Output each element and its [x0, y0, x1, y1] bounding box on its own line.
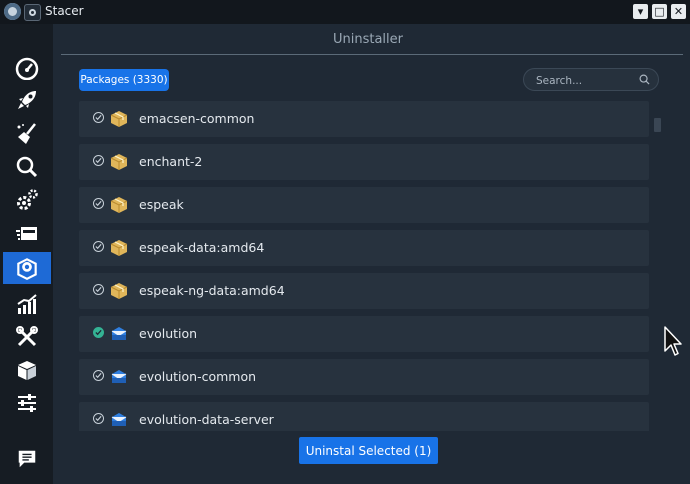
- list-item[interactable]: evolution-data-server: [79, 402, 649, 431]
- check-icon[interactable]: [93, 198, 104, 209]
- search-icon: [639, 74, 650, 85]
- search-input[interactable]: [534, 72, 634, 89]
- list-item[interactable]: espeak: [79, 187, 649, 223]
- package-name: espeak: [139, 197, 184, 212]
- packages-count-badge[interactable]: Packages (3330): [79, 69, 169, 91]
- list-item[interactable]: enchant-2: [79, 144, 649, 180]
- page-title: Uninstaller: [332, 32, 403, 47]
- sidebar-item-helpers[interactable]: [3, 321, 51, 353]
- uninstaller-icon: [17, 258, 37, 281]
- app-logo-icon: [4, 3, 21, 20]
- tools-icon: [16, 326, 38, 347]
- sidebar-item-search[interactable]: [3, 151, 51, 183]
- check-icon[interactable]: [93, 413, 104, 424]
- package-box-icon: [110, 197, 128, 213]
- package-name: espeak-ng-data:amd64: [139, 283, 285, 298]
- mail-envelope-icon: [111, 370, 127, 383]
- list-item[interactable]: emacsen-common: [79, 101, 649, 137]
- uninstall-selected-button[interactable]: Uninstal Selected (1): [299, 437, 438, 464]
- sidebar-item-feedback[interactable]: [3, 443, 51, 475]
- list-item[interactable]: evolution-common: [79, 359, 649, 395]
- window-menu-icon[interactable]: [24, 4, 41, 21]
- feedback-icon: [18, 450, 36, 468]
- package-name: espeak-data:amd64: [139, 240, 265, 255]
- window-title: Stacer: [45, 4, 84, 18]
- mouse-cursor-icon: [664, 326, 682, 356]
- check-icon[interactable]: [93, 241, 104, 252]
- sidebar-item-apt-repository[interactable]: [3, 354, 51, 386]
- sidebar-item-settings[interactable]: [3, 387, 51, 419]
- settings-sliders-icon: [18, 394, 36, 412]
- package-box-icon: [110, 154, 128, 170]
- gears-icon: [17, 189, 38, 210]
- sidebar-item-resources[interactable]: [3, 288, 51, 320]
- list-scrollbar[interactable]: [654, 118, 661, 132]
- uninstaller-page: Uninstaller Packages (3330) emacsen-comm…: [53, 24, 690, 484]
- broom-icon: [17, 123, 36, 144]
- check-icon[interactable]: [93, 112, 104, 123]
- package-box-icon: [110, 240, 128, 256]
- package-box-icon: [110, 111, 128, 127]
- maximize-button[interactable]: □: [652, 4, 667, 19]
- mail-envelope-icon: [111, 327, 127, 340]
- sidebar-item-dashboard[interactable]: [3, 52, 51, 84]
- sidebar-item-startup[interactable]: [3, 84, 51, 116]
- apt-repository-icon: [18, 361, 36, 380]
- package-name: evolution: [139, 326, 198, 341]
- package-name: enchant-2: [139, 154, 203, 169]
- minimize-button[interactable]: ▾: [633, 4, 648, 19]
- resources-chart-icon: [17, 294, 37, 314]
- list-item[interactable]: evolution: [79, 316, 649, 352]
- sidebar-item-uninstaller[interactable]: [3, 252, 51, 284]
- check-icon[interactable]: [93, 284, 104, 295]
- search-field[interactable]: [523, 68, 659, 91]
- check-selected-icon[interactable]: [93, 327, 104, 338]
- sidebar-item-cleaner[interactable]: [3, 118, 51, 150]
- package-box-icon: [110, 283, 128, 299]
- close-button[interactable]: ✕: [671, 4, 686, 19]
- title-bar: Stacer ▾ □ ✕: [0, 0, 690, 24]
- search-icon: [16, 156, 38, 178]
- mail-envelope-icon: [111, 413, 127, 426]
- header-divider: [61, 54, 683, 55]
- sidebar-item-processes[interactable]: [3, 218, 51, 250]
- package-name: evolution-data-server: [139, 412, 274, 427]
- list-item[interactable]: espeak-ng-data:amd64: [79, 273, 649, 309]
- check-icon[interactable]: [93, 155, 104, 166]
- processes-icon: [16, 227, 37, 240]
- dashboard-icon: [15, 57, 39, 80]
- list-item[interactable]: espeak-data:amd64: [79, 230, 649, 266]
- package-name: evolution-common: [139, 369, 257, 384]
- sidebar: [0, 24, 53, 484]
- check-icon[interactable]: [93, 370, 104, 381]
- package-list[interactable]: emacsen-common enchant-2 espeak espeak-d…: [79, 101, 651, 431]
- sidebar-item-services[interactable]: [3, 184, 51, 216]
- rocket-icon: [18, 91, 36, 109]
- package-name: emacsen-common: [139, 111, 255, 126]
